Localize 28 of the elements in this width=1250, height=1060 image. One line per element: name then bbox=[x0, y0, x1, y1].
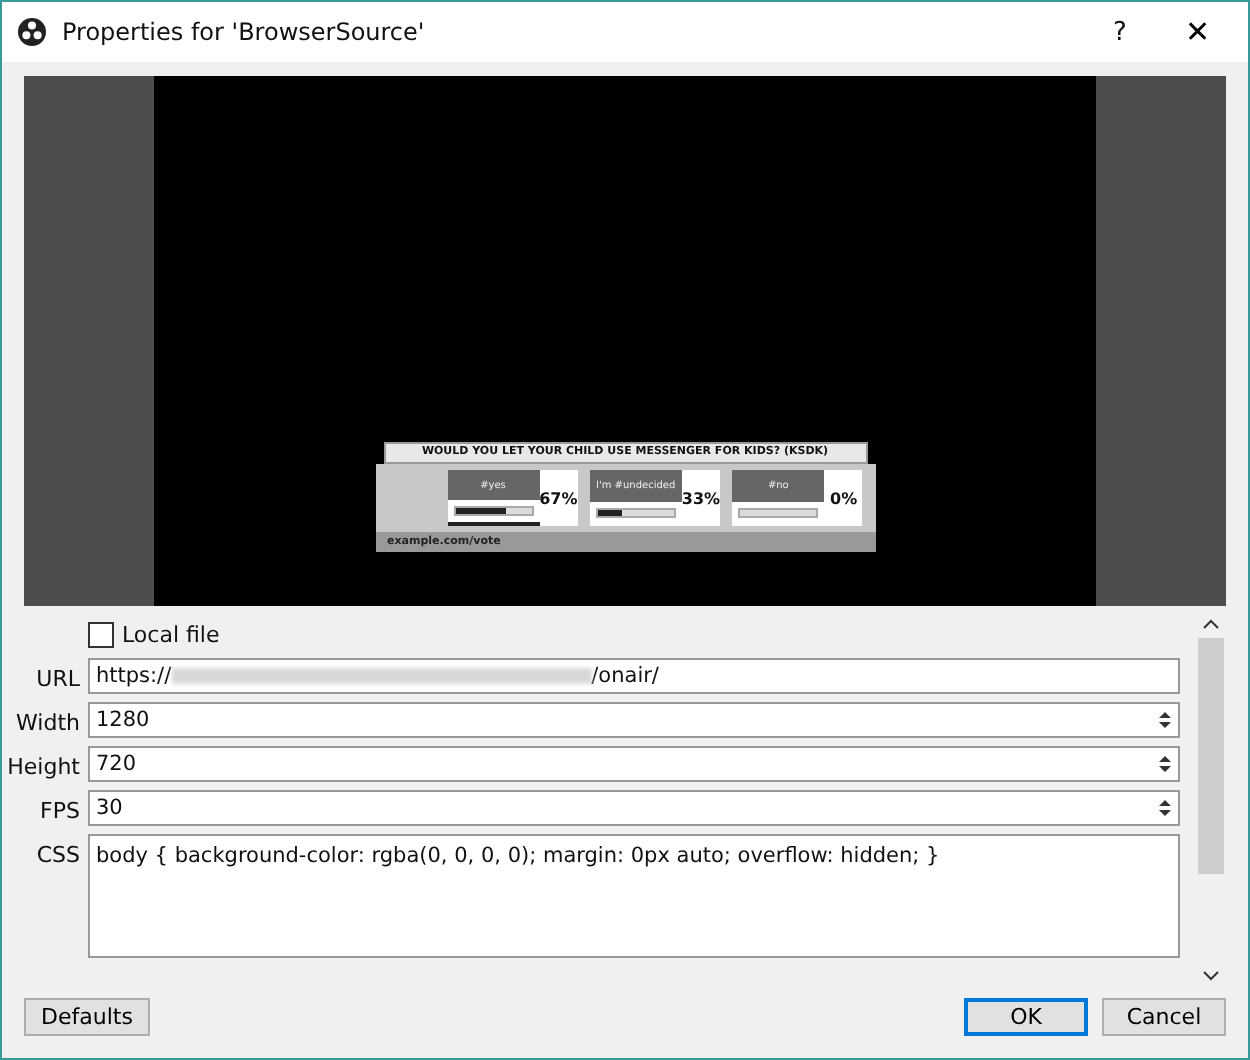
number-field[interactable]: 30 bbox=[88, 790, 1180, 826]
poll-percent: 67% bbox=[539, 487, 578, 511]
scroll-up-icon[interactable] bbox=[1202, 618, 1220, 630]
app-logo-icon bbox=[18, 18, 46, 46]
scroll-down-icon[interactable] bbox=[1202, 970, 1220, 982]
spin-arrows-icon[interactable] bbox=[1156, 796, 1174, 820]
spin-arrows-icon[interactable] bbox=[1156, 752, 1174, 776]
poll-percent: 33% bbox=[681, 487, 721, 511]
window-title: Properties for 'BrowserSource' bbox=[62, 18, 427, 46]
help-button[interactable]: ? bbox=[1092, 17, 1148, 47]
field-label: CSS bbox=[34, 840, 80, 868]
checkbox-label: Local file bbox=[122, 621, 220, 647]
close-button[interactable]: ✕ bbox=[1164, 14, 1232, 50]
css-text-area[interactable]: body { background-color: rgba(0, 0, 0, 0); margin: 0px auto; overflow: hidden; } bbox=[88, 834, 1180, 958]
number-field[interactable]: 720 bbox=[88, 746, 1180, 782]
url-field[interactable]: https:// /onair/ bbox=[88, 658, 1180, 694]
checkbox[interactable] bbox=[88, 621, 114, 647]
scrollbar[interactable] bbox=[1198, 618, 1224, 982]
spin-arrows-icon[interactable] bbox=[1156, 708, 1174, 732]
field-label: Width bbox=[14, 708, 80, 736]
field-label: Height bbox=[5, 752, 80, 780]
cancel-button[interactable]: Cancel bbox=[1102, 998, 1226, 1036]
field-label: FPS bbox=[38, 796, 80, 824]
number-field[interactable]: 1280 bbox=[88, 702, 1180, 738]
poll-percent: 0% bbox=[828, 487, 860, 511]
defaults-button[interactable]: Defaults bbox=[24, 998, 150, 1036]
ok-button[interactable]: OK bbox=[964, 998, 1088, 1036]
field-label: URL bbox=[34, 664, 80, 692]
